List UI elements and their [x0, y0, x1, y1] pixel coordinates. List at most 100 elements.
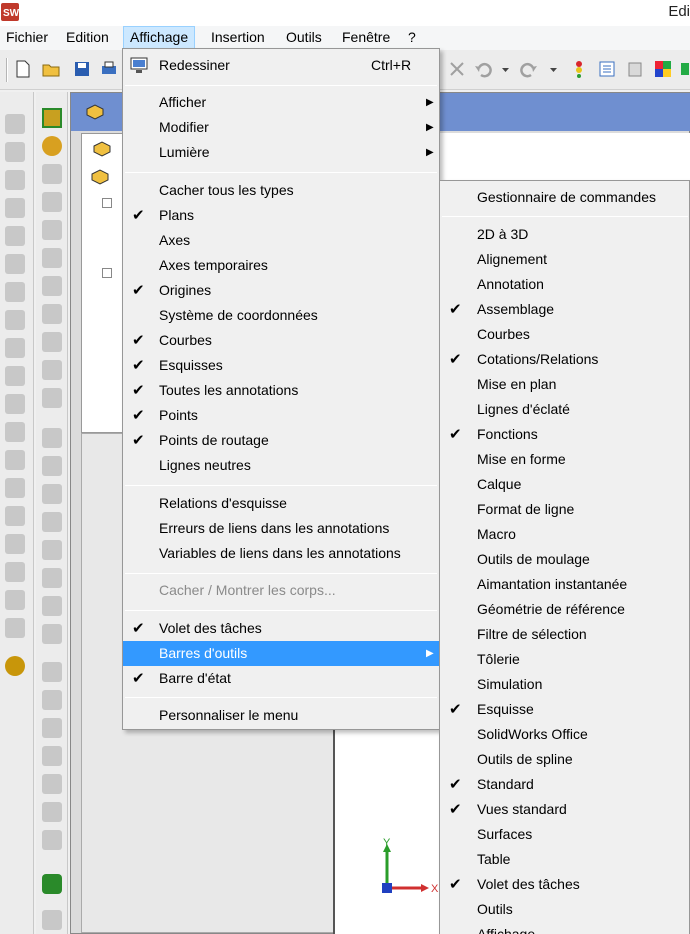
toolbar-item[interactable]: Calque — [440, 472, 690, 497]
solidworks-logo-icon[interactable]: SW — [0, 2, 20, 22]
toolbar-item[interactable]: Tôlerie — [440, 647, 690, 672]
menu-item-annotation-link-variables[interactable]: Variables de liens dans les annotations — [123, 541, 439, 566]
toolbar-item[interactable]: ✔ Cotations/Relations — [440, 347, 690, 372]
tool-icon[interactable] — [5, 310, 25, 330]
menu-item-temporary-axes[interactable]: Axes temporaires — [123, 253, 439, 278]
tool-icon[interactable] — [42, 802, 62, 822]
toolbar-item[interactable]: ✔ Standard — [440, 772, 690, 797]
gear-icon[interactable] — [5, 656, 25, 676]
traffic-light-icon[interactable] — [570, 60, 588, 78]
tool-icon[interactable] — [42, 332, 62, 352]
redo-icon[interactable] — [520, 60, 538, 78]
tool-icon[interactable] — [42, 248, 62, 268]
delete-icon[interactable] — [448, 60, 466, 78]
tool-icon[interactable] — [42, 568, 62, 588]
new-document-icon[interactable] — [14, 60, 32, 78]
menu-insertion[interactable]: Insertion — [205, 26, 271, 50]
menu-item-command-manager[interactable]: Gestionnaire de commandes — [440, 185, 690, 210]
tool-icon[interactable] — [42, 624, 62, 644]
toolbar-item[interactable]: Annotation — [440, 272, 690, 297]
toolbar-grip[interactable] — [6, 58, 8, 82]
toolbar-item[interactable]: Outils de spline — [440, 747, 690, 772]
tool-icon[interactable] — [42, 428, 62, 448]
toolbar-item[interactable]: ✔ Vues standard — [440, 797, 690, 822]
expand-icon[interactable] — [102, 268, 112, 278]
toolbar-item[interactable]: Macro — [440, 522, 690, 547]
tool-icon[interactable] — [5, 282, 25, 302]
menu-item-annotation-link-errors[interactable]: Erreurs de liens dans les annotations — [123, 516, 439, 541]
toolbar-item[interactable]: Table — [440, 847, 690, 872]
tool-icon[interactable] — [5, 394, 25, 414]
menu-item-customize-menu[interactable]: Personnaliser le menu — [123, 703, 439, 728]
tool-icon[interactable] — [42, 220, 62, 240]
menu-item-redraw[interactable]: Redessiner Ctrl+R — [123, 53, 439, 78]
save-icon[interactable] — [73, 60, 91, 78]
menu-item-planes[interactable]: ✔ Plans — [123, 203, 439, 228]
toolbar-item[interactable]: Courbes — [440, 322, 690, 347]
menu-fichier[interactable]: Fichier — [0, 26, 54, 50]
menu-item-toolbars[interactable]: Barres d'outils ▶ — [123, 641, 439, 666]
toolbar-item[interactable]: Filtre de sélection — [440, 622, 690, 647]
toolbar-item[interactable]: Surfaces — [440, 822, 690, 847]
tool-icon[interactable] — [5, 618, 25, 638]
extrude-icon[interactable] — [42, 108, 62, 128]
tool-icon[interactable] — [5, 478, 25, 498]
tool-icon[interactable] — [42, 360, 62, 380]
tool-icon[interactable] — [42, 718, 62, 738]
tool-icon[interactable] — [5, 338, 25, 358]
options-list-icon[interactable] — [598, 60, 616, 78]
expand-icon[interactable] — [102, 198, 112, 208]
tool-icon[interactable] — [42, 690, 62, 710]
tool-icon[interactable] — [42, 596, 62, 616]
toolbar-item[interactable]: Aimantation instantanée — [440, 572, 690, 597]
tool-icon[interactable] — [42, 276, 62, 296]
menu-item-parting-lines[interactable]: Lignes neutres — [123, 453, 439, 478]
toolbar-item[interactable]: ✔ Volet des tâches — [440, 872, 690, 897]
tool-icon[interactable] — [42, 456, 62, 476]
toolbar-item[interactable]: Alignement — [440, 247, 690, 272]
tool-icon[interactable] — [5, 170, 25, 190]
tool-icon[interactable] — [5, 562, 25, 582]
tool-icon[interactable] — [42, 774, 62, 794]
redo-dropdown-icon[interactable] — [544, 60, 562, 78]
toolbar-item[interactable]: Simulation — [440, 672, 690, 697]
menu-outils[interactable]: Outils — [280, 26, 328, 50]
tool-icon[interactable] — [42, 192, 62, 212]
revolve-icon[interactable] — [42, 136, 62, 156]
tool-icon[interactable] — [42, 662, 62, 682]
toolbar-item[interactable]: 2D à 3D — [440, 222, 690, 247]
menu-fenetre[interactable]: Fenêtre — [336, 26, 396, 50]
settings-icon[interactable] — [680, 60, 690, 78]
tool-icon[interactable] — [5, 506, 25, 526]
color-palette-icon[interactable] — [654, 60, 672, 78]
tool-icon[interactable] — [42, 512, 62, 532]
toolbar-item[interactable]: ✔ Assemblage — [440, 297, 690, 322]
menu-item-origins[interactable]: ✔ Origines — [123, 278, 439, 303]
toolbar-item[interactable]: Format de ligne — [440, 497, 690, 522]
toolbar-item[interactable]: ✔ Esquisse — [440, 697, 690, 722]
tool-icon[interactable] — [42, 164, 62, 184]
undo-icon[interactable] — [474, 60, 492, 78]
menu-edition[interactable]: Edition — [60, 26, 115, 50]
toolbar-item[interactable]: Mise en plan — [440, 372, 690, 397]
tool-icon[interactable] — [5, 114, 25, 134]
toolbar-item[interactable]: Lignes d'éclaté — [440, 397, 690, 422]
tool-icon[interactable] — [42, 484, 62, 504]
tool-icon[interactable] — [5, 254, 25, 274]
print-icon[interactable] — [100, 60, 118, 78]
tool-icon[interactable] — [5, 366, 25, 386]
menu-item-hide-all-types[interactable]: Cacher tous les types — [123, 178, 439, 203]
menu-help[interactable]: ? — [402, 26, 422, 50]
tool-icon[interactable] — [42, 746, 62, 766]
menu-item-status-bar[interactable]: ✔ Barre d'état — [123, 666, 439, 691]
undo-dropdown-icon[interactable] — [496, 60, 514, 78]
menu-item-points[interactable]: ✔ Points — [123, 403, 439, 428]
menu-item-coordinate-system[interactable]: Système de coordonnées — [123, 303, 439, 328]
file-properties-icon[interactable] — [626, 60, 644, 78]
toolbar-item[interactable]: Outils — [440, 897, 690, 922]
tool-icon[interactable] — [5, 590, 25, 610]
assembly-tool-icon[interactable] — [42, 874, 62, 894]
toolbar-item[interactable]: SolidWorks Office — [440, 722, 690, 747]
tool-icon[interactable] — [42, 910, 62, 930]
toolbar-item[interactable]: Mise en forme — [440, 447, 690, 472]
